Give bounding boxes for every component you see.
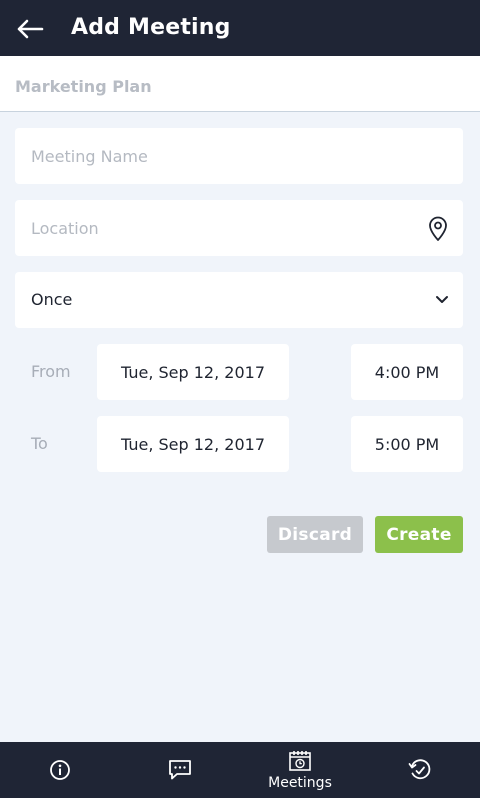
project-name-label: Marketing Plan bbox=[15, 77, 152, 96]
arrow-left-icon bbox=[17, 19, 44, 39]
from-date-picker[interactable]: Tue, Sep 12, 2017 bbox=[97, 344, 289, 400]
to-date-picker[interactable]: Tue, Sep 12, 2017 bbox=[97, 416, 289, 472]
create-button[interactable]: Create bbox=[375, 516, 463, 553]
from-date-value: Tue, Sep 12, 2017 bbox=[121, 362, 265, 382]
from-label: From bbox=[31, 362, 71, 381]
meeting-name-card bbox=[15, 128, 463, 184]
history-icon bbox=[408, 759, 431, 780]
location-card bbox=[15, 200, 463, 256]
meeting-name-input[interactable] bbox=[15, 128, 463, 184]
page-title: Add Meeting bbox=[71, 15, 231, 40]
to-label: To bbox=[31, 434, 48, 453]
meetings-icon bbox=[289, 750, 311, 771]
from-time-value: 4:00 PM bbox=[374, 362, 440, 382]
chevron-down-icon bbox=[436, 296, 448, 303]
project-subheader: Marketing Plan bbox=[0, 56, 480, 112]
location-pin-icon[interactable] bbox=[427, 216, 449, 242]
bottom-tab-bar: Meetings bbox=[0, 742, 480, 798]
tab-meetings-label: Meetings bbox=[268, 774, 332, 791]
tab-history[interactable] bbox=[360, 742, 480, 798]
top-app-bar: Add Meeting bbox=[0, 0, 480, 56]
discard-button[interactable]: Discard bbox=[267, 516, 363, 553]
location-input[interactable] bbox=[15, 200, 463, 256]
to-date-value: Tue, Sep 12, 2017 bbox=[121, 434, 265, 454]
info-icon bbox=[50, 760, 70, 780]
recurrence-select[interactable]: Once bbox=[15, 272, 463, 328]
to-time-value: 5:00 PM bbox=[374, 434, 440, 454]
tab-meetings[interactable]: Meetings bbox=[240, 742, 360, 798]
to-time-picker[interactable]: 5:00 PM bbox=[351, 416, 463, 472]
recurrence-value: Once bbox=[31, 290, 73, 309]
from-time-picker[interactable]: 4:00 PM bbox=[351, 344, 463, 400]
back-button[interactable] bbox=[14, 14, 46, 44]
tab-chat[interactable] bbox=[120, 742, 240, 798]
tab-info[interactable] bbox=[0, 742, 120, 798]
chat-icon bbox=[169, 760, 191, 780]
